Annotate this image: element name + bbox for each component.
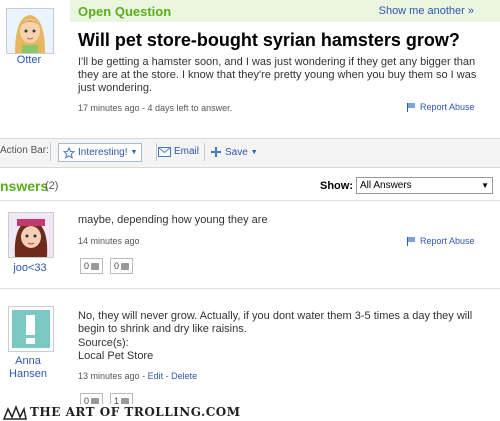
chevron-down-icon: ▼ <box>250 148 258 156</box>
envelope-icon <box>158 146 171 157</box>
save-label: Save <box>225 146 248 158</box>
answers-heading: nswers <box>0 178 49 194</box>
answer-meta: 14 minutes ago <box>78 236 140 246</box>
report-abuse-link[interactable]: Report Abuse <box>406 236 475 246</box>
edit-link[interactable]: Edit <box>148 371 164 381</box>
thumbs-up-button[interactable]: 0 <box>80 258 104 274</box>
answer-avatar[interactable] <box>8 306 54 352</box>
asker-name[interactable]: Otter <box>0 54 58 66</box>
asker-avatar[interactable] <box>6 8 54 54</box>
email-label: Email <box>174 146 200 157</box>
action-bar-label: Action Bar: <box>0 145 49 156</box>
answers-filter-select[interactable]: All Answers ▼ <box>356 177 493 194</box>
action-bar-divider <box>50 143 51 161</box>
answers-filter-value: All Answers <box>360 180 412 191</box>
show-filter-label: Show: <box>320 180 353 192</box>
answer-text: No, they will never grow. Actually, if y… <box>78 310 473 335</box>
answers-count: (2) <box>45 180 59 192</box>
chevron-down-icon: ▼ <box>130 149 138 156</box>
delete-link[interactable]: Delete <box>171 371 197 381</box>
answerer-name-line: Hansen <box>9 368 47 380</box>
show-me-another-link[interactable]: Show me another » <box>379 5 474 17</box>
thumbs-down-count: 0 <box>114 261 120 271</box>
interesting-label: Interesting! <box>78 147 128 158</box>
thumbs-up-count: 0 <box>84 261 90 271</box>
question-title: Will pet store-bought syrian hamsters gr… <box>78 30 460 50</box>
report-abuse-label: Report Abuse <box>420 102 475 112</box>
divider <box>0 200 500 201</box>
thumbs-up-icon <box>91 262 100 270</box>
star-icon <box>63 146 75 159</box>
source-text: Local Pet Store <box>78 350 154 362</box>
answerer-name[interactable]: joo<33 <box>3 262 57 275</box>
email-button[interactable]: Email <box>158 146 199 157</box>
thumbs-down-button[interactable]: 0 <box>110 258 134 274</box>
flag-icon <box>407 103 415 112</box>
divider <box>0 288 500 289</box>
thumbs-down-icon <box>121 262 130 270</box>
question-meta: 17 minutes ago - 4 days left to answer. <box>78 103 233 113</box>
chevron-down-icon: ▼ <box>481 181 489 190</box>
report-abuse-link[interactable]: Report Abuse <box>406 102 475 112</box>
answerer-name-line: Anna <box>15 355 41 367</box>
answer-meta: 13 minutes ago - Edit - Delete <box>78 371 198 381</box>
answer-time: 13 minutes ago <box>78 371 140 381</box>
watermark-text: THE ART OF TROLLING.COM <box>30 405 241 419</box>
interesting-button[interactable]: Interesting! ▼ <box>58 143 143 162</box>
question-kind-label: Open Question <box>78 4 172 19</box>
flag-icon <box>407 237 415 246</box>
action-bar-divider <box>156 143 157 161</box>
save-button[interactable]: Save ▼ <box>210 146 258 158</box>
answerer-name[interactable]: Anna Hansen <box>1 355 55 381</box>
action-bar-divider <box>204 143 205 161</box>
answer-avatar[interactable] <box>8 212 54 258</box>
plus-icon <box>211 147 221 157</box>
report-abuse-label: Report Abuse <box>420 236 475 246</box>
answer-text: maybe, depending how young they are <box>78 214 268 226</box>
sources-label: Source(s): <box>78 337 129 349</box>
question-body: I'll be getting a hamster soon, and I wa… <box>78 56 477 94</box>
fist-logo-icon <box>2 404 27 420</box>
